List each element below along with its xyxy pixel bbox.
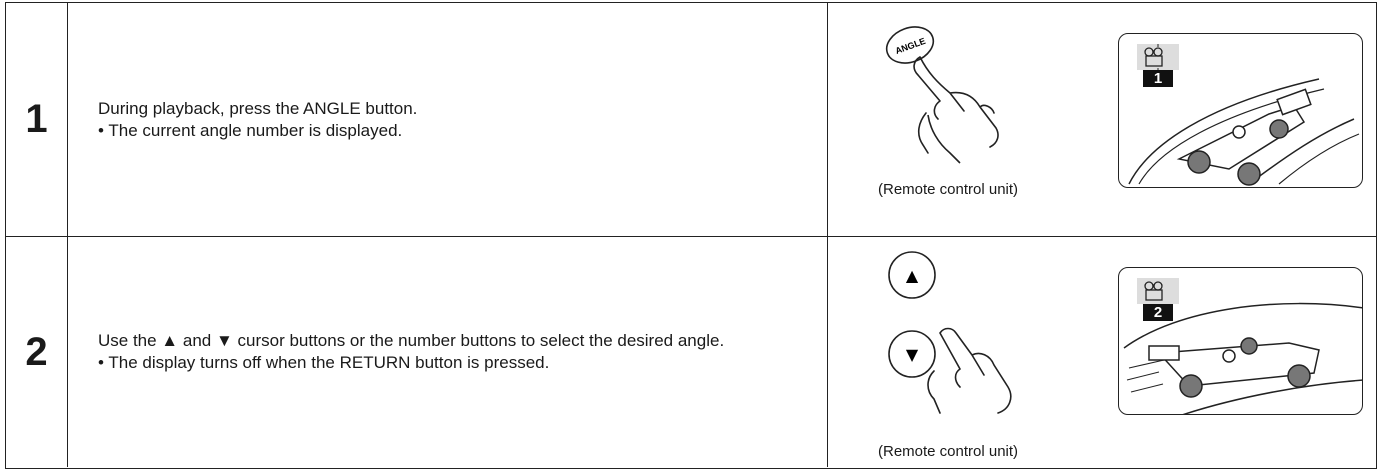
step-instructions: Use the ▲ and ▼ cursor buttons or the nu… [68, 237, 828, 467]
instruction-text: Use the ▲ and ▼ cursor buttons or the nu… [98, 331, 725, 350]
angle-number-display: 2 [1143, 304, 1173, 321]
step-row-1: 1 During playback, press the ANGLE butto… [6, 3, 1376, 237]
hand-pressing-angle-button-icon: ANGLE [885, 26, 999, 164]
step-row-2: 2 Use the ▲ and ▼ cursor buttons or the … [6, 237, 1376, 467]
remote-caption: (Remote control unit) [878, 181, 1019, 198]
camera-angle-icon [1137, 43, 1179, 70]
angle-number-display: 1 [1143, 70, 1173, 87]
step-illustration: ▲ ▼ (Remote control unit) 2 [828, 237, 1376, 467]
step-instructions: During playback, press the ANGLE button.… [68, 3, 828, 236]
angle-osd: 1 [1137, 43, 1179, 92]
cursor-down-icon: ▼ [906, 345, 919, 364]
hand-pressing-cursor-buttons-icon: ▲ ▼ [888, 251, 1012, 414]
camera-angle-icon [1137, 278, 1179, 304]
remote-caption: (Remote control unit) [878, 443, 1019, 460]
instruction-bullet: • The display turns off when the RETURN … [98, 353, 550, 372]
cursor-up-icon: ▲ [906, 266, 919, 285]
angle-steps-table: 1 During playback, press the ANGLE butto… [5, 2, 1377, 469]
step-illustration: ANGLE (Remote control unit) 1 [828, 3, 1376, 236]
tv-screen: 1 [1118, 33, 1363, 188]
instruction-bullet: • The current angle number is displayed. [98, 120, 403, 140]
step-number: 2 [6, 237, 68, 467]
instruction-text: During playback, press the ANGLE button. [98, 98, 418, 118]
step-number: 1 [6, 3, 68, 236]
tv-screen: 2 [1118, 267, 1363, 415]
angle-osd: 2 [1137, 278, 1179, 326]
